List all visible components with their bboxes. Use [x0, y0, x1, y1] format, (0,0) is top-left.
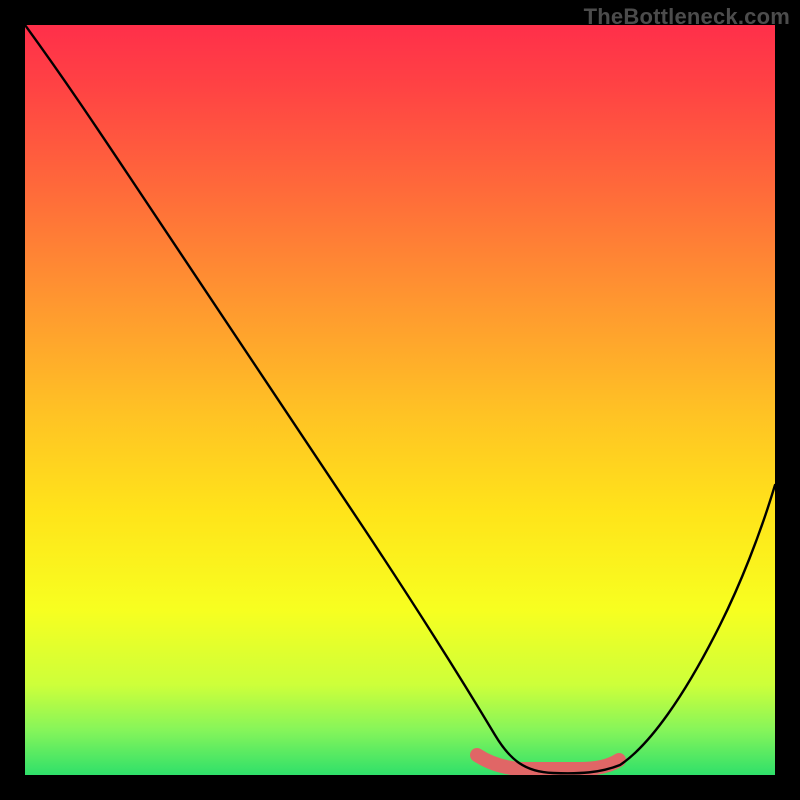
chart-frame: TheBottleneck.com [0, 0, 800, 800]
watermark-text: TheBottleneck.com [584, 4, 790, 30]
curve-layer [25, 25, 775, 775]
plot-area [25, 25, 775, 775]
bottleneck-curve-line [25, 25, 775, 773]
optimal-range-highlight [477, 755, 619, 769]
